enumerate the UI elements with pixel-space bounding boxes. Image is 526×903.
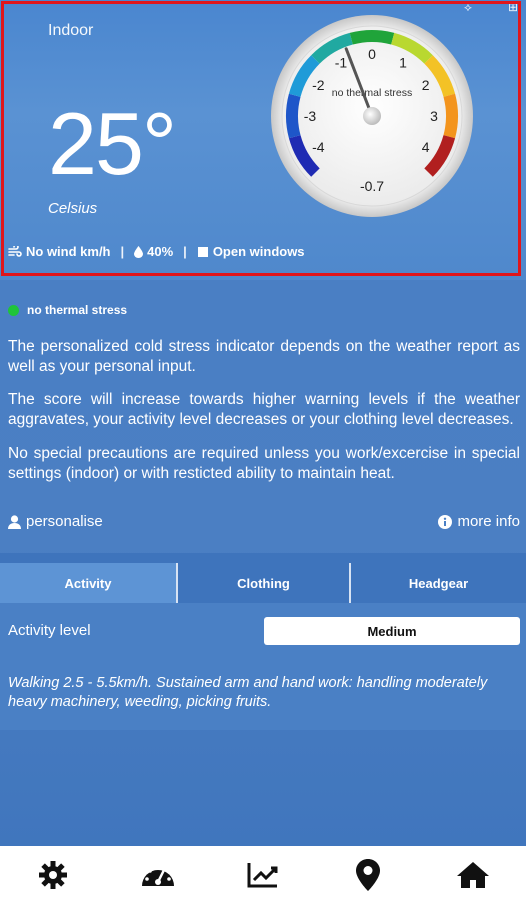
activity-level-label: Activity level	[8, 622, 91, 639]
tab-activity[interactable]: Activity	[0, 563, 176, 603]
info-paragraph-1: The personalized cold stress indicator d…	[8, 338, 520, 375]
gauge-tick-label: 4	[422, 139, 430, 155]
separator: |	[183, 244, 187, 259]
tab-headgear[interactable]: Headgear	[351, 563, 526, 603]
more-info-label: more info	[457, 513, 520, 530]
settings-sliders-icon[interactable]: ⊞	[508, 0, 518, 15]
gauge-tick-label: -3	[304, 108, 317, 124]
settings-tabs: Activity Clothing Headgear	[0, 553, 526, 603]
nav-home[interactable]	[451, 853, 495, 897]
humidity-info: 40%	[134, 244, 173, 259]
gauge-tick-label: 3	[430, 108, 438, 124]
home-icon	[457, 861, 490, 888]
info-paragraph-3: No special precautions are required unle…	[8, 445, 520, 482]
wind-icon	[8, 246, 22, 257]
gauge-tick-label: 2	[422, 77, 430, 93]
wind-info: No wind km/h	[8, 244, 111, 259]
nav-gauge[interactable]	[136, 853, 180, 897]
weather-hero: ⟡ ⊞ Indoor 25° Celsius No wind km/h | 40…	[0, 0, 526, 280]
location-pin-icon	[356, 858, 381, 891]
gauge-tick-label: 0	[368, 46, 376, 62]
topbar-icons: ⟡ ⊞	[464, 0, 518, 15]
gauge-value: -0.7	[360, 178, 384, 194]
gauge-tick-label: -4	[312, 139, 325, 155]
wind-text: No wind km/h	[26, 244, 111, 259]
personalise-link[interactable]: personalise	[8, 513, 103, 530]
action-links: personalise more info	[8, 513, 520, 530]
ventilation-info: Open windows	[197, 244, 305, 259]
share-icon[interactable]: ⟡	[464, 0, 472, 15]
personalise-label: personalise	[26, 513, 103, 530]
gauge-center-label: no thermal stress	[332, 87, 413, 99]
nav-charts[interactable]	[241, 853, 285, 897]
nav-settings[interactable]	[31, 853, 75, 897]
gauge-tick-label: -1	[335, 54, 348, 70]
more-info-link[interactable]: more info	[438, 513, 520, 530]
gauge-tick-label: -2	[312, 77, 325, 93]
humidity-text: 40%	[147, 244, 174, 259]
info-paragraph-2: The score will increase towards higher w…	[8, 391, 520, 428]
tab-clothing[interactable]: Clothing	[178, 563, 349, 603]
window-icon	[197, 246, 208, 257]
nav-location[interactable]	[346, 853, 390, 897]
separator: |	[120, 244, 125, 259]
activity-description: Walking 2.5 - 5.5km/h. Sustained arm and…	[8, 675, 488, 710]
conditions-row: No wind km/h | 40% | Open windows	[8, 244, 305, 259]
ventilation-text: Open windows	[212, 244, 305, 259]
chart-icon	[247, 862, 278, 887]
location-label: Indoor	[48, 22, 94, 39]
bottom-navigation	[0, 846, 526, 903]
temperature-unit: Celsius	[48, 200, 98, 217]
info-icon	[438, 514, 453, 529]
gauge-icon	[141, 865, 174, 886]
temperature-value: 25°	[48, 94, 177, 193]
user-icon	[8, 514, 21, 529]
activity-level-select[interactable]: Medium	[264, 617, 520, 645]
gauge-hub	[363, 107, 381, 125]
gear-icon	[38, 860, 67, 889]
status-label: no thermal stress	[27, 303, 128, 317]
droplet-icon	[134, 245, 144, 258]
thermal-stress-gauge: -4 -3 -2 -1 0 1234 no thermal stress -0.7	[271, 15, 473, 217]
gauge-tick-label: 1	[399, 54, 407, 70]
status-dot	[8, 304, 19, 316]
status-indicator: no thermal stress	[8, 303, 127, 317]
